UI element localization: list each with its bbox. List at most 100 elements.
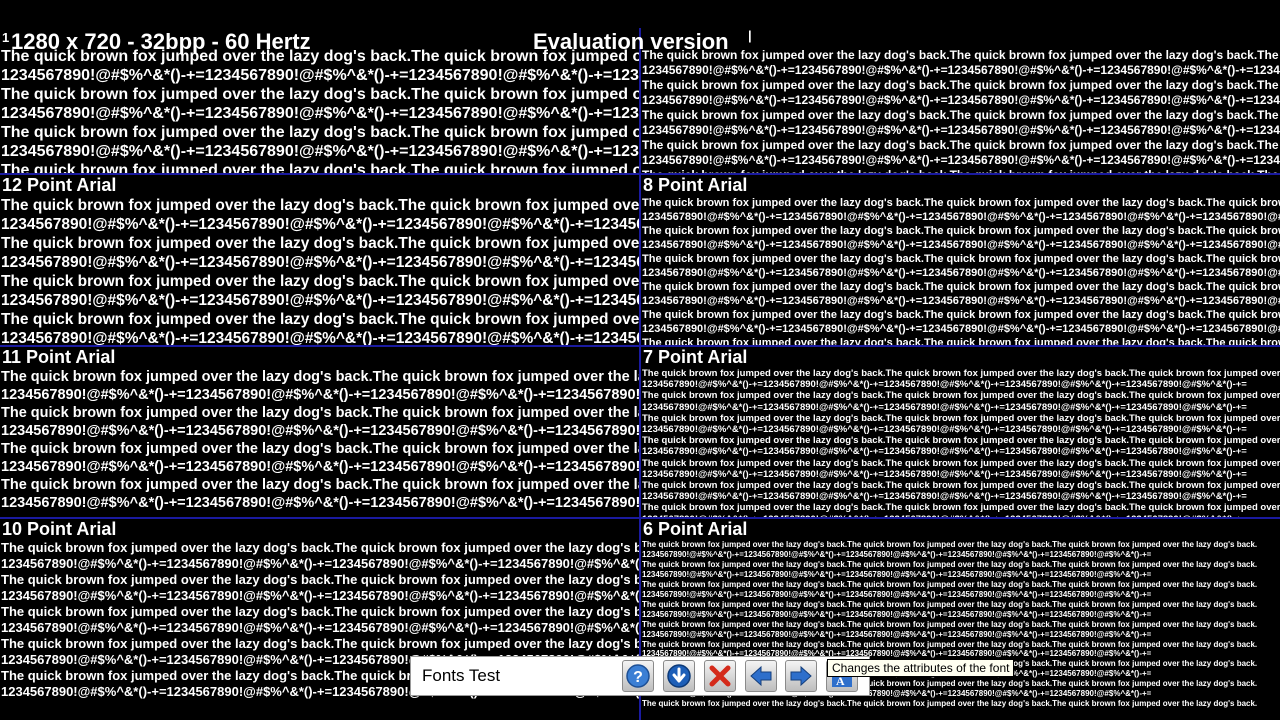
text-line-fox: The quick brown fox jumped over the lazy…	[642, 480, 1280, 492]
arrow-right-icon	[790, 665, 812, 687]
panel-8pt: 8 Point Arial The quick brown fox jumped…	[641, 175, 1280, 345]
text-line-numbers: 1234567890!@#$%^&*()-+=1234567890!@#$%^&…	[642, 295, 1280, 307]
text-line-fox: The quick brown fox jumped over the lazy…	[1, 477, 639, 493]
help-icon: ?	[626, 664, 650, 688]
next-button[interactable]	[785, 660, 817, 692]
download-button[interactable]	[663, 660, 695, 692]
text-line-numbers: 1234567890!@#$%^&*()-+=1234567890!@#$%^&…	[1, 588, 639, 603]
text-line-numbers: 1234567890!@#$%^&*()-+=1234567890!@#$%^&…	[1, 387, 639, 403]
text-line-fox: The quick brown fox jumped over the lazy…	[642, 138, 1280, 152]
text-line-numbers: 1234567890!@#$%^&*()-+=1234567890!@#$%^&…	[1, 292, 639, 309]
text-line-fox: The quick brown fox jumped over the lazy…	[1, 311, 639, 328]
text-line-fox: The quick brown fox jumped over the lazy…	[1, 636, 639, 651]
corner-marker: 1	[2, 30, 10, 45]
panel-12pt: 12 Point Arial The quick brown fox jumpe…	[0, 175, 639, 345]
divider-horizontal	[0, 517, 1280, 519]
text-line-numbers: 1234567890!@#$%^&*()-+=1234567890!@#$%^&…	[642, 468, 1247, 480]
text-line-fox: The quick brown fox jumped over the lazy…	[1, 124, 639, 141]
tooltip: Changes the attributes of the font	[827, 659, 1015, 677]
text-line-fox: The quick brown fox jumped over the lazy…	[642, 619, 1258, 629]
text-line-numbers: 1234567890!@#$%^&*()-+=1234567890!@#$%^&…	[1, 620, 639, 635]
text-line-fox: The quick brown fox jumped over the lazy…	[642, 337, 1280, 345]
text-line-numbers: 1234567890!@#$%^&*()-+=1234567890!@#$%^&…	[642, 549, 1152, 559]
text-line-numbers: 1234567890!@#$%^&*()-+=1234567890!@#$%^&…	[642, 63, 1280, 77]
text-line-numbers: 1234567890!@#$%^&*()-+=1234567890!@#$%^&…	[1, 254, 639, 271]
text-line-numbers: 1234567890!@#$%^&*()-+=1234567890!@#$%^&…	[642, 589, 1152, 599]
text-line-fox: The quick brown fox jumped over the lazy…	[642, 48, 1280, 62]
text-line-fox: The quick brown fox jumped over the lazy…	[642, 457, 1280, 469]
text-line-fox: The quick brown fox jumped over the lazy…	[1, 441, 639, 457]
divider-vertical	[639, 28, 641, 720]
text-line-fox: The quick brown fox jumped over the lazy…	[1, 572, 639, 587]
text-line-fox: The quick brown fox jumped over the lazy…	[642, 579, 1258, 589]
text-line-fox: The quick brown fox jumped over the lazy…	[1, 273, 639, 290]
text-line-fox: The quick brown fox jumped over the lazy…	[642, 639, 1258, 649]
panel-title: 7 Point Arial	[643, 347, 748, 367]
text-line-fox: The quick brown fox jumped over the lazy…	[1, 162, 639, 173]
panel-14pt: The quick brown fox jumped over the lazy…	[0, 0, 639, 173]
text-line-numbers: 1234567890!@#$%^&*()-+=1234567890!@#$%^&…	[642, 491, 1247, 503]
close-button[interactable]	[704, 660, 736, 692]
text-line-numbers: 1234567890!@#$%^&*()-+=1234567890!@#$%^&…	[642, 211, 1280, 223]
panel-title: 6 Point Arial	[643, 519, 748, 539]
text-line-numbers: 1234567890!@#$%^&*()-+=1234567890!@#$%^&…	[642, 123, 1280, 137]
text-line-numbers: 1234567890!@#$%^&*()-+=1234567890!@#$%^&…	[1, 105, 639, 122]
text-line-numbers: 1234567890!@#$%^&*()-+=1234567890!@#$%^&…	[1, 67, 639, 84]
text-line-numbers: 1234567890!@#$%^&*()-+=1234567890!@#$%^&…	[642, 239, 1280, 251]
text-line-numbers: 1234567890!@#$%^&*()-+=1234567890!@#$%^&…	[642, 323, 1280, 335]
text-line-fox: The quick brown fox jumped over the lazy…	[1, 86, 639, 103]
text-line-fox: The quick brown fox jumped over the lazy…	[1, 197, 639, 214]
text-line-fox: The quick brown fox jumped over the lazy…	[642, 390, 1280, 402]
panel-title: 10 Point Arial	[2, 519, 117, 539]
text-line-fox: The quick brown fox jumped over the lazy…	[642, 559, 1258, 569]
resolution-label: 1280 x 720 - 32bpp - 60 Hertz	[11, 29, 311, 54]
text-line-fox: The quick brown fox jumped over the lazy…	[642, 197, 1280, 209]
center-marker: |	[748, 28, 752, 43]
fonts-test-toolbar: Fonts Test ? A	[410, 656, 870, 696]
text-line-numbers: 1234567890!@#$%^&*()-+=1234567890!@#$%^&…	[642, 267, 1280, 279]
text-line-fox: The quick brown fox jumped over the lazy…	[642, 253, 1280, 265]
text-line-fox: The quick brown fox jumped over the lazy…	[642, 412, 1280, 424]
text-line-numbers: 1234567890!@#$%^&*()-+=1234567890!@#$%^&…	[1, 556, 639, 571]
text-line-fox: The quick brown fox jumped over the lazy…	[1, 604, 639, 619]
previous-button[interactable]	[745, 660, 777, 692]
close-icon	[709, 665, 731, 687]
text-line-fox: The quick brown fox jumped over the lazy…	[642, 78, 1280, 92]
text-line-fox: The quick brown fox jumped over the lazy…	[1, 369, 639, 385]
text-line-fox: The quick brown fox jumped over the lazy…	[642, 699, 1258, 709]
text-line-numbers: 1234567890!@#$%^&*()-+=1234567890!@#$%^&…	[1, 330, 639, 345]
panel-title: 8 Point Arial	[643, 175, 748, 195]
text-line-numbers: 1234567890!@#$%^&*()-+=1234567890!@#$%^&…	[642, 93, 1280, 107]
text-line-fox: The quick brown fox jumped over the lazy…	[642, 368, 1280, 379]
text-line-numbers: 1234567890!@#$%^&*()-+=1234567890!@#$%^&…	[642, 609, 1152, 619]
text-line-numbers: 1234567890!@#$%^&*()-+=1234567890!@#$%^&…	[642, 446, 1247, 458]
text-line-fox: The quick brown fox jumped over the lazy…	[642, 309, 1280, 321]
text-line-numbers: 1234567890!@#$%^&*()-+=1234567890!@#$%^&…	[1, 216, 639, 233]
text-line-fox: The quick brown fox jumped over the lazy…	[642, 225, 1280, 237]
text-line-fox: The quick brown fox jumped over the lazy…	[642, 435, 1280, 447]
panel-7pt: 7 Point Arial The quick brown fox jumped…	[641, 347, 1280, 517]
help-button[interactable]: ?	[622, 660, 654, 692]
text-line-numbers: 1234567890!@#$%^&*()-+=1234567890!@#$%^&…	[642, 401, 1247, 413]
download-icon	[667, 664, 691, 688]
text-line-numbers: 1234567890!@#$%^&*()-+=1234567890!@#$%^&…	[1, 423, 639, 439]
text-line-fox: The quick brown fox jumped over the lazy…	[642, 108, 1280, 122]
text-line-fox: The quick brown fox jumped over the lazy…	[642, 281, 1280, 293]
text-line-numbers: 1234567890!@#$%^&*()-+=1234567890!@#$%^&…	[642, 153, 1280, 167]
text-line-fox: The quick brown fox jumped over the lazy…	[642, 502, 1280, 514]
panel-title: 11 Point Arial	[2, 347, 116, 367]
text-line-fox: The quick brown fox jumped over the lazy…	[1, 235, 639, 252]
text-line-numbers: 1234567890!@#$%^&*()-+=1234567890!@#$%^&…	[642, 379, 1247, 391]
panel-11pt: 11 Point Arial The quick brown fox jumpe…	[0, 347, 639, 517]
panel-title: 12 Point Arial	[2, 175, 117, 195]
evaluation-label: Evaluation version	[533, 29, 729, 54]
text-line-numbers: 1234567890!@#$%^&*()-+=1234567890!@#$%^&…	[642, 629, 1152, 639]
arrow-left-icon	[750, 665, 772, 687]
divider-horizontal	[0, 173, 1280, 175]
text-line-fox: The quick brown fox jumped over the lazy…	[1, 540, 639, 555]
text-line-fox: The quick brown fox jumped over the lazy…	[1, 405, 639, 421]
text-line-fox: The quick brown fox jumped over the lazy…	[642, 599, 1258, 609]
text-line-numbers: 1234567890!@#$%^&*()-+=1234567890!@#$%^&…	[642, 424, 1247, 436]
text-line-fox: The quick brown fox jumped over the lazy…	[642, 540, 1258, 549]
text-line-numbers: 1234567890!@#$%^&*()-+=1234567890!@#$%^&…	[642, 569, 1152, 579]
